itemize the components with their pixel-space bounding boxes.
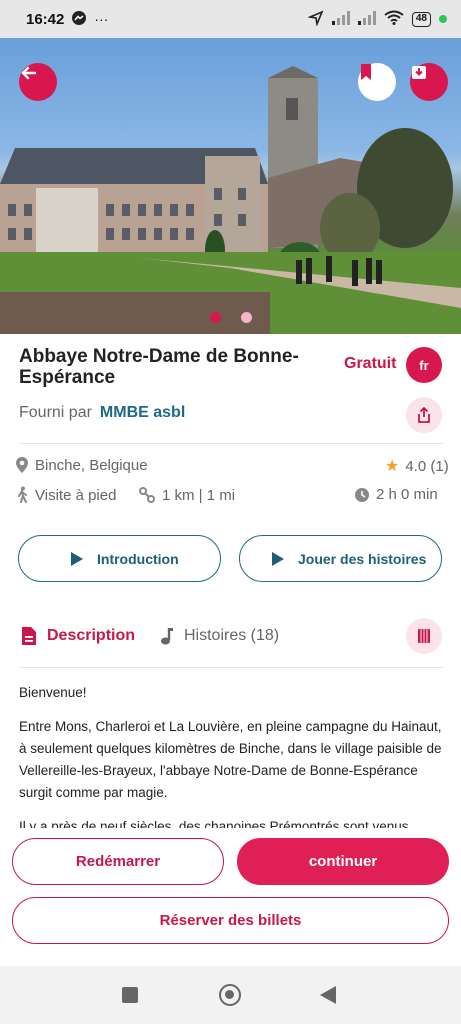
messenger-icon xyxy=(71,10,87,29)
signal-icon xyxy=(331,10,350,28)
clock-icon xyxy=(355,487,369,502)
privacy-indicator-dot xyxy=(439,15,447,23)
divider xyxy=(19,443,443,444)
recents-button[interactable] xyxy=(122,987,138,1003)
guidebook-button[interactable] xyxy=(406,618,442,654)
play-stories-button[interactable]: Jouer des histoires xyxy=(239,535,442,582)
description-paragraph: Entre Mons, Charleroi et La Louvière, en… xyxy=(19,719,442,800)
mode-row: Visite à pied xyxy=(15,486,116,504)
status-time: 16:42 xyxy=(26,10,65,28)
description-content: Bienvenue! Entre Mons, Charleroi et La L… xyxy=(19,682,443,828)
continue-button[interactable]: continuer xyxy=(237,838,449,885)
location-row: Binche, Belgique xyxy=(15,456,148,474)
tab-stories[interactable]: Histoires (18) xyxy=(160,626,279,646)
play-icon xyxy=(272,552,284,566)
back-arrow-icon xyxy=(21,66,37,80)
battery-icon: 48 xyxy=(411,11,431,27)
distance-row: 1 km | 1 mi xyxy=(138,486,235,504)
share-button[interactable] xyxy=(406,397,442,433)
status-bar: 16:42 ··· 48 xyxy=(0,0,461,38)
mode-text: Visite à pied xyxy=(35,486,117,504)
more-notifications-icon: ··· xyxy=(94,11,109,27)
provider-link[interactable]: MMBE asbl xyxy=(100,404,185,421)
divider xyxy=(19,667,443,668)
price-label: Gratuit xyxy=(344,355,397,372)
tab-stories-label: Histoires (18) xyxy=(184,627,280,644)
location-text: Binche, Belgique xyxy=(35,456,148,474)
description-paragraph: Il y a près de neuf siècles, des chanoin… xyxy=(19,819,409,828)
description-paragraph: Bienvenue! xyxy=(19,685,87,700)
location-icon xyxy=(306,10,324,29)
restart-button[interactable]: Redémarrer xyxy=(12,838,224,885)
home-button[interactable] xyxy=(219,984,241,1006)
signal-2-icon xyxy=(357,10,376,28)
system-nav-bar xyxy=(0,966,461,1024)
rating-row: ★ 4.0 (1) xyxy=(385,456,449,476)
introduction-label: Introduction xyxy=(97,550,179,567)
document-icon xyxy=(22,627,36,645)
rating-text: 4.0 (1) xyxy=(405,457,449,475)
hero-image[interactable] xyxy=(0,38,461,334)
bookmark-icon xyxy=(361,64,371,80)
map-pin-icon xyxy=(16,457,28,473)
tab-description[interactable]: Description xyxy=(21,626,135,646)
distance-text: 1 km | 1 mi xyxy=(162,486,236,504)
provider-row: Fourni par MMBE asbl xyxy=(19,404,185,422)
carousel-indicator xyxy=(0,312,461,323)
walking-icon xyxy=(18,486,27,503)
carousel-dot-2[interactable] xyxy=(240,312,252,323)
download-button[interactable] xyxy=(410,63,448,101)
language-badge[interactable]: fr xyxy=(406,347,442,383)
star-icon: ★ xyxy=(385,458,400,475)
duration-text: 2 h 0 min xyxy=(376,486,438,503)
play-stories-label: Jouer des histoires xyxy=(298,550,427,567)
back-button[interactable] xyxy=(19,63,57,101)
system-back-button[interactable] xyxy=(320,986,336,1004)
share-icon xyxy=(418,406,430,423)
wifi-icon xyxy=(384,10,404,28)
download-icon xyxy=(412,66,426,79)
route-icon xyxy=(139,487,155,503)
tab-description-label: Description xyxy=(47,627,136,644)
play-icon xyxy=(71,552,83,566)
introduction-button[interactable]: Introduction xyxy=(18,535,221,582)
book-icon xyxy=(418,629,430,643)
music-note-icon xyxy=(161,628,173,645)
duration-row: 2 h 0 min xyxy=(354,486,438,503)
carousel-dot-1[interactable] xyxy=(209,312,221,323)
tour-title: Abbaye Notre-Dame de Bonne-Espérance xyxy=(19,346,299,388)
bookmark-button[interactable] xyxy=(358,63,396,101)
provider-label: Fourni par xyxy=(19,404,92,421)
book-tickets-button[interactable]: Réserver des billets xyxy=(12,897,449,944)
